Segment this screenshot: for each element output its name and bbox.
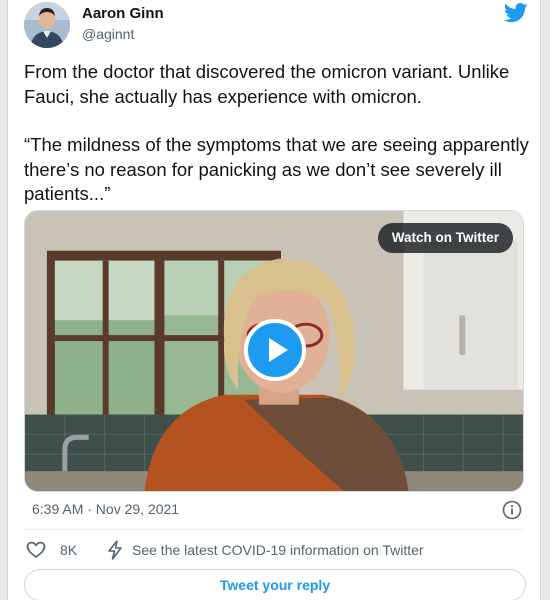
- covid-info-link[interactable]: See the latest COVID-19 information on T…: [132, 542, 424, 558]
- tweet-text: From the doctor that discovered the omic…: [24, 60, 534, 207]
- play-icon: [269, 338, 288, 362]
- author-name[interactable]: Aaron Ginn: [82, 5, 164, 22]
- tweet-timestamp[interactable]: 6:39 AM · Nov 29, 2021: [32, 501, 179, 517]
- info-icon[interactable]: [502, 500, 522, 520]
- tweet-card: Aaron Ginn @aginnt From the doctor that …: [7, 0, 541, 600]
- watch-on-twitter-button[interactable]: Watch on Twitter: [377, 223, 513, 253]
- tweet-reply-button[interactable]: Tweet your reply: [24, 569, 526, 600]
- lightning-bolt-icon: [108, 540, 122, 560]
- video-player[interactable]: Watch on Twitter: [24, 210, 524, 492]
- divider: [24, 529, 524, 530]
- author-handle[interactable]: @aginnt: [82, 26, 134, 42]
- twitter-bird-icon[interactable]: [504, 2, 528, 24]
- tweet-paragraph-1: From the doctor that discovered the omic…: [24, 61, 510, 107]
- avatar-image: [24, 2, 70, 48]
- play-button[interactable]: [244, 319, 306, 381]
- heart-icon[interactable]: [26, 540, 46, 560]
- avatar[interactable]: [24, 2, 70, 48]
- tweet-paragraph-2: “The mildness of the symptoms that we ar…: [24, 134, 529, 204]
- like-count[interactable]: 8K: [60, 542, 77, 558]
- tweet-actions: 8K See the latest COVID-19 information o…: [26, 538, 526, 562]
- tweet-header: Aaron Ginn @aginnt: [24, 2, 530, 48]
